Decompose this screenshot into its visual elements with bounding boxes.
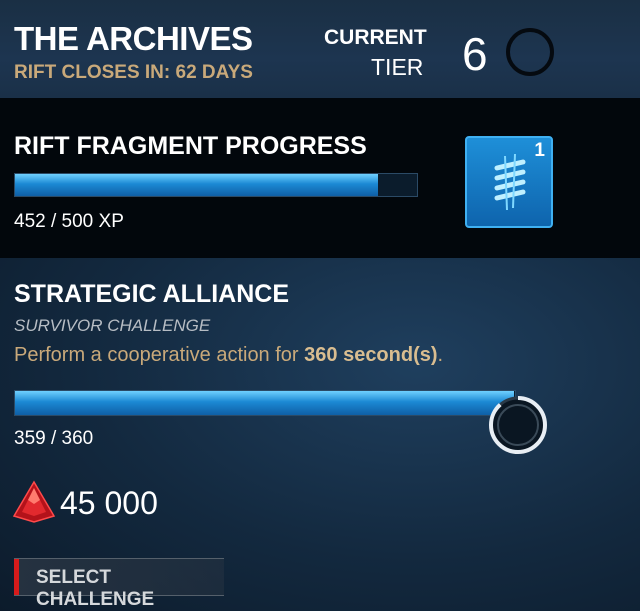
archives-header: THE ARCHIVES RIFT CLOSES IN: 62 DAYS CUR… bbox=[0, 0, 640, 98]
challenge-cost: 45 000 bbox=[60, 485, 158, 521]
rift-fragment-icon bbox=[485, 153, 535, 221]
rift-fragment-panel: RIFT FRAGMENT PROGRESS 452 / 500 XP 1 bbox=[0, 98, 640, 258]
rift-fragment-progress-fill bbox=[15, 174, 379, 196]
rift-fragment-progress-bar bbox=[14, 173, 418, 197]
select-challenge-button[interactable]: SELECT CHALLENGE bbox=[14, 558, 224, 610]
challenge-description: Perform a cooperative action for 360 sec… bbox=[14, 344, 444, 366]
challenge-progress-text: 359 / 360 bbox=[14, 428, 94, 449]
rift-fragment-xp: 452 / 500 XP bbox=[14, 211, 124, 232]
challenge-progress-bar bbox=[14, 390, 516, 416]
challenge-progress-ring-icon bbox=[486, 393, 550, 457]
select-challenge-label: SELECT CHALLENGE bbox=[36, 567, 155, 610]
challenge-target-value: 360 second(s) bbox=[304, 344, 438, 366]
page-title: THE ARCHIVES bbox=[14, 20, 253, 57]
challenge-title: STRATEGIC ALLIANCE bbox=[14, 280, 289, 308]
challenge-progress-fill bbox=[15, 391, 514, 415]
tier-number: 6 bbox=[462, 28, 488, 80]
tier-label: TIER bbox=[371, 54, 424, 80]
challenge-panel: STRATEGIC ALLIANCE SURVIVOR CHALLENGE Pe… bbox=[0, 258, 640, 611]
rift-closes-timer: RIFT CLOSES IN: 62 DAYS bbox=[14, 62, 253, 83]
reward-count-badge: 1 bbox=[534, 140, 545, 161]
challenge-type: SURVIVOR CHALLENGE bbox=[14, 316, 211, 335]
current-label: CURRENT bbox=[324, 26, 427, 49]
tier-ring-icon bbox=[506, 28, 554, 76]
rift-fragment-title: RIFT FRAGMENT PROGRESS bbox=[14, 132, 367, 160]
button-accent-bar bbox=[14, 559, 19, 595]
auric-cell-gem-icon bbox=[12, 480, 56, 529]
rift-fragment-reward-tile[interactable]: 1 bbox=[465, 136, 553, 228]
